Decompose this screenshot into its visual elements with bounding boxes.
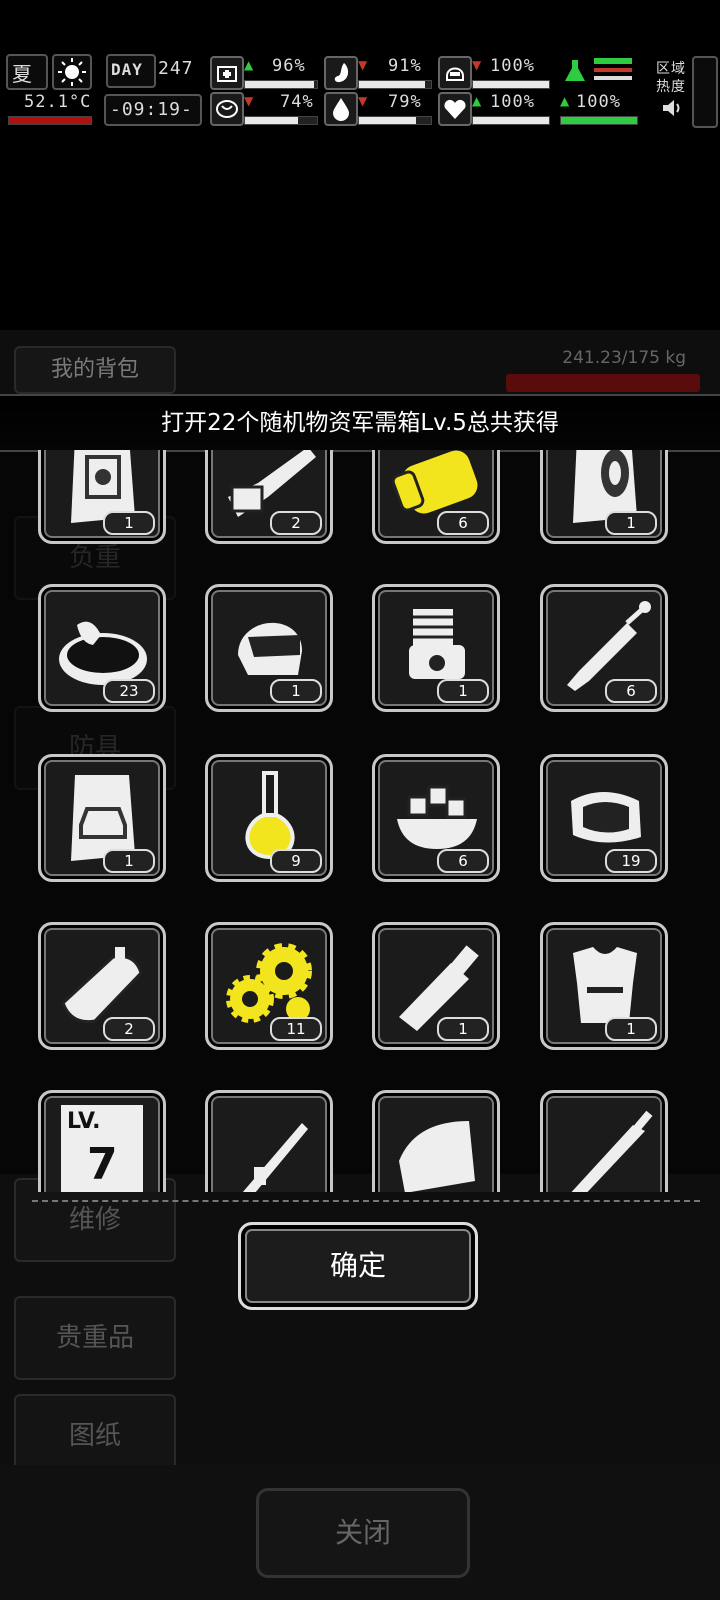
trend-up-icon: ▲ <box>244 58 254 72</box>
flask-icon <box>560 56 590 86</box>
season-indicator: 夏 <box>6 54 48 90</box>
item-quantity: 2 <box>270 511 322 535</box>
day-number: 247 <box>158 58 194 79</box>
reward-item[interactable]: 2 <box>38 922 166 1050</box>
trend-up-icon: ▲ <box>472 94 482 108</box>
tab-valuables[interactable]: 贵重品 <box>14 1296 176 1380</box>
status-hud: 夏 52.1°C DAY 247 -09:19- ▲ 96% ▼ 91% ▼ 1… <box>0 50 720 130</box>
reward-item[interactable]: 19 <box>540 754 668 882</box>
temperature-bar <box>8 116 92 125</box>
item-quantity: 19 <box>605 849 657 873</box>
reward-item[interactable]: 11 <box>205 922 333 1050</box>
reward-item[interactable]: 1 <box>38 754 166 882</box>
item-quantity: 1 <box>605 511 657 535</box>
trend-down-icon: ▼ <box>472 58 482 72</box>
reward-item[interactable] <box>540 1090 668 1192</box>
item-quantity: 2 <box>103 1017 155 1041</box>
item-quantity: 1 <box>103 511 155 535</box>
helmet-icon <box>438 56 472 90</box>
brain-icon <box>210 92 244 126</box>
reward-item[interactable]: 6 <box>540 584 668 712</box>
water-drop-icon <box>324 92 358 126</box>
reward-item[interactable]: 1 <box>372 584 500 712</box>
item-quantity: 1 <box>270 679 322 703</box>
day-badge: DAY <box>106 54 156 88</box>
reward-item[interactable]: 23 <box>38 584 166 712</box>
stomach-icon <box>324 56 358 90</box>
item-quantity: 23 <box>103 679 155 703</box>
reward-item[interactable]: 6 <box>372 754 500 882</box>
reward-title: 打开22个随机物资军需箱Lv.5总共获得 <box>161 410 559 436</box>
sun-icon <box>52 54 92 90</box>
close-button[interactable]: 关闭 <box>256 1488 470 1578</box>
item-quantity: 1 <box>437 1017 489 1041</box>
reward-item[interactable]: 2 <box>205 450 333 544</box>
reward-item[interactable]: 1 <box>372 922 500 1050</box>
trend-down-icon: ▼ <box>358 58 368 72</box>
item-quantity: 6 <box>605 679 657 703</box>
item-quantity: 1 <box>605 1017 657 1041</box>
temperature-readout: 52.1°C <box>24 92 92 112</box>
clock: -09:19- <box>104 94 202 126</box>
zone-heat-label: 区域热度 <box>656 61 686 95</box>
weight-bar <box>506 374 700 392</box>
reward-item[interactable]: 6 <box>372 450 500 544</box>
reward-item[interactable]: 1 <box>205 584 333 712</box>
item-quantity: 1 <box>437 679 489 703</box>
reward-item[interactable]: LV. 7 <box>38 1090 166 1192</box>
item-quantity: 1 <box>103 849 155 873</box>
weight-readout: 241.23/175 kg <box>562 348 686 368</box>
reward-item[interactable]: 1 <box>540 922 668 1050</box>
reward-header: 打开22个随机物资军需箱Lv.5总共获得 <box>0 394 720 452</box>
reward-item[interactable] <box>205 1090 333 1192</box>
item-quantity: 11 <box>270 1017 322 1041</box>
reward-grid[interactable]: 1 2 6 1 23 1 1 6 1 9 6 19 2 11 1 1 LV. 7 <box>0 450 720 1192</box>
rifle-icon <box>242 1123 308 1192</box>
item-quantity: 6 <box>437 511 489 535</box>
reward-item[interactable] <box>372 1090 500 1192</box>
season-label: 夏 <box>12 62 33 86</box>
reward-item[interactable]: 1 <box>540 450 668 544</box>
item-quantity: 9 <box>270 849 322 873</box>
backpack-title: 我的背包 <box>14 346 176 394</box>
zone-heat-meter <box>692 56 718 128</box>
reward-item[interactable]: 1 <box>38 450 166 544</box>
confirm-button[interactable]: 确定 <box>238 1222 478 1310</box>
reward-item[interactable]: 9 <box>205 754 333 882</box>
machete-icon <box>571 1110 653 1192</box>
item-quantity: 6 <box>437 849 489 873</box>
speaker-icon[interactable] <box>660 96 684 120</box>
medkit-icon <box>210 56 244 90</box>
heart-icon <box>438 92 472 126</box>
trend-up-icon: ▲ <box>560 94 570 108</box>
trend-down-icon: ▼ <box>244 94 254 108</box>
divider <box>32 1200 700 1202</box>
level-card-icon: LV. 7 <box>61 1105 143 1192</box>
trend-down-icon: ▼ <box>358 94 368 108</box>
shield-plate-icon <box>399 1121 475 1192</box>
